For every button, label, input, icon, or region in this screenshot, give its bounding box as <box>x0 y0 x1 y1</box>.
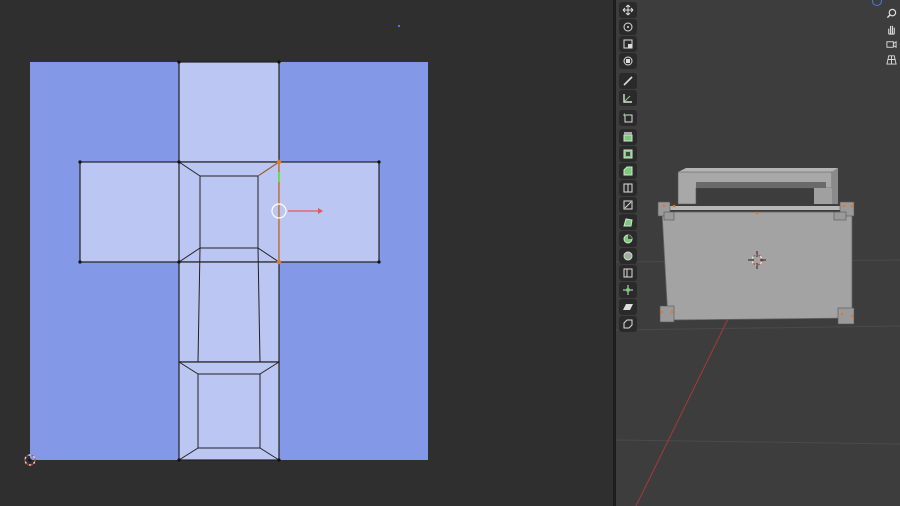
transform-icon <box>623 56 633 66</box>
inset-faces-icon <box>623 149 633 159</box>
knife-tool-button[interactable] <box>619 197 637 213</box>
3d-viewport[interactable] <box>616 0 900 506</box>
rotate-icon <box>623 22 633 32</box>
rotate-tool-button[interactable] <box>619 19 637 35</box>
extrude-region-icon <box>623 132 633 142</box>
shear-tool-button[interactable] <box>619 299 637 315</box>
grid-icon <box>885 54 897 65</box>
annotate-icon <box>623 76 633 86</box>
zoom-button[interactable] <box>883 6 899 20</box>
spin-tool-button[interactable] <box>619 231 637 247</box>
poly-build-tool-button[interactable] <box>619 214 637 230</box>
smooth-icon <box>623 251 633 261</box>
selected-vertex[interactable] <box>276 259 282 265</box>
transform-tool-button[interactable] <box>619 53 637 69</box>
uv-canvas[interactable] <box>0 0 613 506</box>
uv-face[interactable] <box>178 361 280 461</box>
move-tool-button[interactable] <box>619 2 637 18</box>
scale-tool-button[interactable] <box>619 36 637 52</box>
measure-tool-button[interactable] <box>619 90 637 106</box>
uv-face[interactable] <box>178 61 280 163</box>
uv-face[interactable] <box>178 261 280 363</box>
perspective-toggle-button[interactable] <box>883 52 899 66</box>
edge-slide-icon <box>623 268 633 278</box>
uv-editor[interactable] <box>0 0 613 506</box>
uv-face[interactable] <box>79 161 181 263</box>
shrink-fatten-icon <box>623 285 633 295</box>
edge-slide-tool-button[interactable] <box>619 265 637 281</box>
bevel-icon <box>623 166 633 176</box>
uv-marker-dot <box>398 25 400 27</box>
uv-face[interactable] <box>278 161 380 263</box>
rip-tool-button[interactable] <box>619 316 637 332</box>
inset-tool-button[interactable] <box>619 146 637 162</box>
pan-button[interactable] <box>883 22 899 36</box>
rip-region-icon <box>623 319 633 329</box>
extrude-tool-button[interactable] <box>619 129 637 145</box>
poly-build-icon <box>623 218 633 227</box>
add-cube-icon <box>623 113 633 123</box>
zoom-icon <box>886 8 896 18</box>
annotate-tool-button[interactable] <box>619 73 637 89</box>
uv-face[interactable] <box>178 161 280 263</box>
shear-icon <box>623 304 633 310</box>
camera-icon <box>885 40 897 48</box>
shrink-fatten-tool-button[interactable] <box>619 282 637 298</box>
bevel-tool-button[interactable] <box>619 163 637 179</box>
camera-view-button[interactable] <box>883 37 899 51</box>
add-cube-tool-button[interactable] <box>619 110 637 126</box>
loop-cut-icon <box>623 183 633 193</box>
loop-cut-tool-button[interactable] <box>619 180 637 196</box>
viewport-scene[interactable] <box>616 0 900 506</box>
move-icon <box>622 4 634 16</box>
hand-icon <box>887 25 895 35</box>
smooth-tool-button[interactable] <box>619 248 637 264</box>
measure-icon <box>623 94 632 103</box>
selected-vertex[interactable] <box>276 159 282 165</box>
box-handle[interactable] <box>677 168 838 205</box>
spin-icon <box>623 234 633 244</box>
scale-icon <box>623 39 633 49</box>
knife-icon <box>623 200 633 210</box>
